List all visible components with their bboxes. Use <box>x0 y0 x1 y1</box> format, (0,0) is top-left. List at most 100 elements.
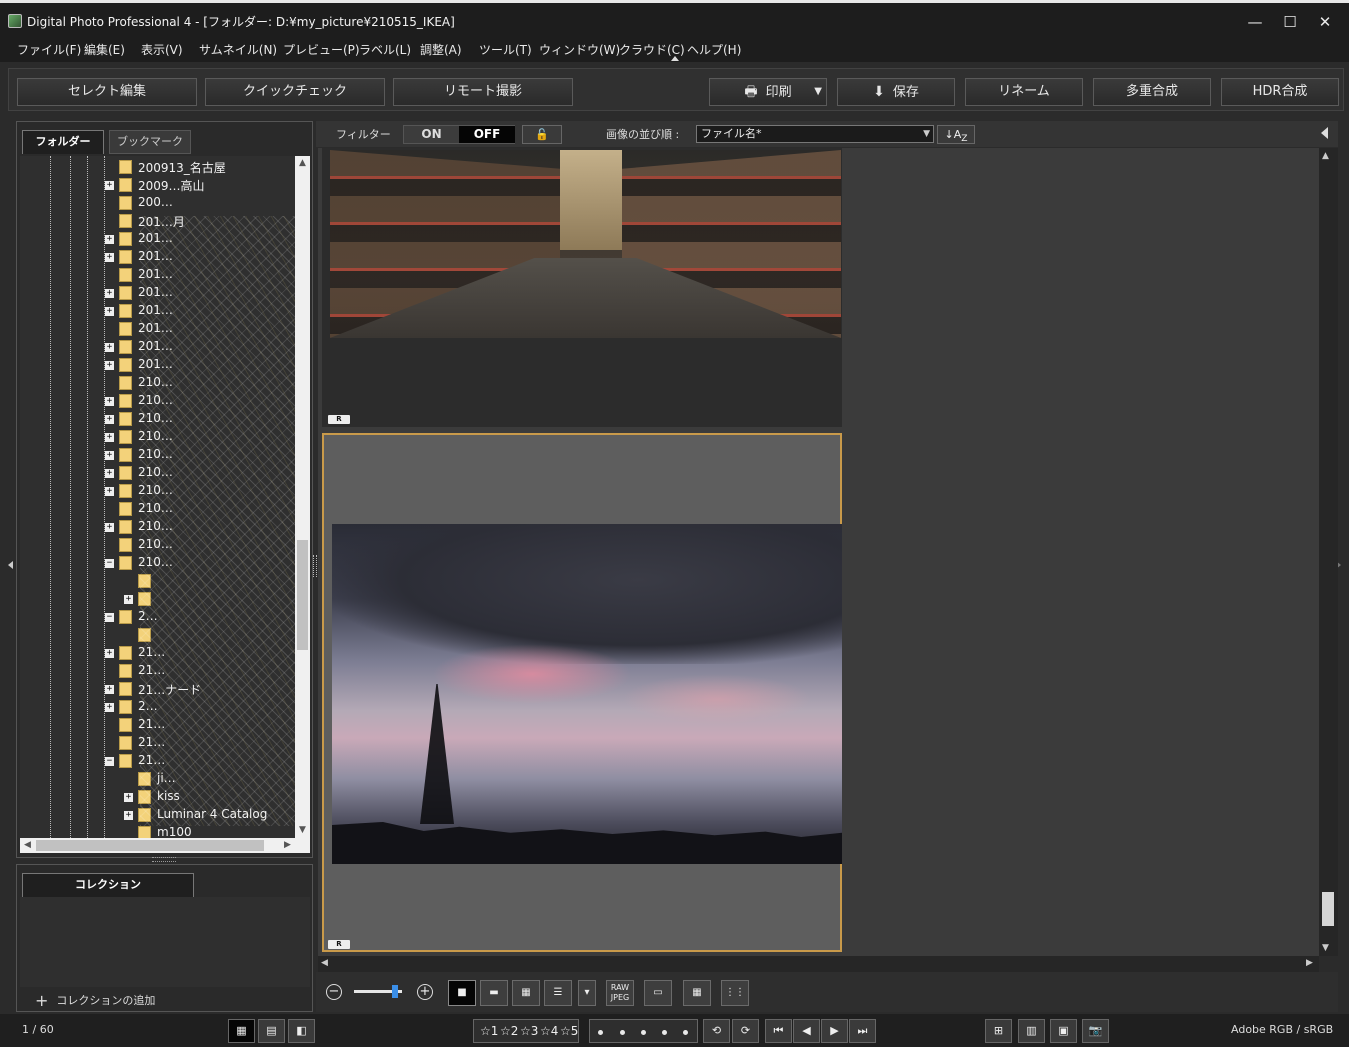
tree-folder-item[interactable]: 200… <box>105 194 295 212</box>
quick-check-button[interactable]: クイックチェック <box>205 78 385 106</box>
panel-splitter[interactable] <box>313 555 317 577</box>
filter-toggle[interactable]: ON OFF <box>403 125 515 144</box>
camera-button[interactable]: 📷 <box>1082 1019 1109 1043</box>
thumbnail-image-warehouse[interactable] <box>330 150 841 338</box>
menu-thumbnail[interactable]: サムネイル(N) <box>199 41 277 58</box>
scroll-up-icon[interactable]: ▲ <box>1322 151 1329 161</box>
menu-preview[interactable]: プレビュー(P) <box>283 41 360 58</box>
filter-on-button[interactable]: ON <box>404 126 459 143</box>
scroll-right-icon[interactable]: ▶ <box>1306 958 1313 968</box>
histogram-button[interactable]: ▥ <box>1018 1019 1045 1043</box>
menu-edit[interactable]: 編集(E) <box>84 41 125 58</box>
collapse-toolbar-icon[interactable] <box>671 56 679 61</box>
expand-icon[interactable]: + <box>105 181 114 190</box>
multi-layout-button[interactable]: ▦ <box>683 980 711 1006</box>
folder-tree[interactable]: 200913_名古屋+2009…高山200…201…月+201…+201…201… <box>20 156 310 838</box>
filter-off-button[interactable]: OFF <box>459 126 515 143</box>
collection-list[interactable] <box>20 897 310 987</box>
collapse-right-icon[interactable] <box>1321 127 1328 139</box>
expand-icon[interactable]: + <box>105 289 114 298</box>
large-thumbnail-view-button[interactable]: ■ <box>448 980 476 1006</box>
tab-folder[interactable]: フォルダー <box>22 130 104 154</box>
zoom-in-button[interactable]: + <box>417 984 433 1000</box>
last-image-button[interactable]: ⏭ <box>849 1019 876 1043</box>
rating-4-button[interactable]: ☆4 <box>540 1024 558 1038</box>
label-4-button[interactable] <box>662 1030 667 1035</box>
expand-icon[interactable]: + <box>105 307 114 316</box>
panel-resize-grip[interactable] <box>152 857 176 862</box>
thumbnail-size-slider[interactable] <box>354 985 402 998</box>
menu-adjust[interactable]: 調整(A) <box>420 41 462 58</box>
remote-shoot-button[interactable]: リモート撮影 <box>393 78 573 106</box>
rating-1-button[interactable]: ☆1 <box>480 1024 498 1038</box>
label-5-button[interactable] <box>683 1030 688 1035</box>
filter-lock-button[interactable]: 🔓 <box>522 125 562 144</box>
viewer-horizontal-scrollbar[interactable]: ◀ ▶ <box>318 956 1319 972</box>
scroll-down-icon[interactable]: ▼ <box>1322 943 1329 953</box>
viewer-vertical-scrollbar[interactable]: ▲ ▼ <box>1319 148 1338 956</box>
rotate-right-button[interactable]: ⟳ <box>732 1019 759 1043</box>
menu-help[interactable]: ヘルプ(H) <box>687 41 741 58</box>
grid-layout-button[interactable]: ▦ <box>228 1019 255 1043</box>
print-button[interactable]: 🖶 印刷 ▼ <box>709 78 827 106</box>
collapse-icon[interactable]: − <box>105 757 114 766</box>
thumbnail-item[interactable]: R <box>322 148 842 427</box>
minimize-button[interactable]: — <box>1240 11 1270 33</box>
slider-knob[interactable] <box>392 985 398 998</box>
hdr-button[interactable]: HDR合成 <box>1221 78 1339 106</box>
scroll-up-icon[interactable]: ▲ <box>295 156 310 171</box>
expand-icon[interactable]: + <box>105 343 114 352</box>
expand-icon[interactable]: + <box>105 433 114 442</box>
expand-icon[interactable]: + <box>105 649 114 658</box>
scroll-thumb[interactable] <box>36 840 264 851</box>
label-2-button[interactable] <box>620 1030 625 1035</box>
view-dropdown-button[interactable]: ▾ <box>578 980 596 1006</box>
split-layout-button[interactable]: ◧ <box>288 1019 315 1043</box>
menu-file[interactable]: ファイル(F) <box>17 41 81 58</box>
maximize-button[interactable]: ☐ <box>1275 11 1305 33</box>
expand-icon[interactable]: + <box>124 793 133 802</box>
list-view-button[interactable]: ☰ <box>544 980 572 1006</box>
scroll-left-icon[interactable]: ◀ <box>321 958 328 968</box>
menu-window[interactable]: ウィンドウ(W) <box>539 41 620 58</box>
tree-folder-item[interactable]: +2009…高山 <box>105 176 295 194</box>
scroll-thumb[interactable] <box>297 540 308 650</box>
multi-exposure-button[interactable]: 多重合成 <box>1093 78 1211 106</box>
menu-view[interactable]: 表示(V) <box>141 41 183 58</box>
info-button[interactable]: ▣ <box>1050 1019 1077 1043</box>
compare-layout-button[interactable]: ⋮⋮ <box>721 980 749 1006</box>
expand-icon[interactable]: + <box>105 703 114 712</box>
expand-icon[interactable]: + <box>105 235 114 244</box>
preview-layout-button[interactable]: ▤ <box>258 1019 285 1043</box>
tab-collection[interactable]: コレクション <box>22 873 194 897</box>
expand-icon[interactable]: + <box>124 595 133 604</box>
thumbnail-item-selected[interactable]: R <box>322 433 842 952</box>
zoom-out-button[interactable]: − <box>326 984 342 1000</box>
sort-order-select[interactable]: ファイル名* ▼ <box>696 125 934 143</box>
expand-icon[interactable]: + <box>105 685 114 694</box>
expand-icon[interactable]: + <box>105 397 114 406</box>
rating-3-button[interactable]: ☆3 <box>520 1024 538 1038</box>
thumbnail-image-sunset[interactable] <box>332 524 842 864</box>
scroll-left-icon[interactable]: ◀ <box>20 838 35 853</box>
tool-palette-button[interactable]: ⊞ <box>985 1019 1012 1043</box>
select-edit-button[interactable]: セレクト編集 <box>17 78 197 106</box>
expand-icon[interactable]: + <box>105 523 114 532</box>
rename-button[interactable]: リネーム <box>965 78 1083 106</box>
tree-folder-item[interactable]: m100 <box>124 824 295 838</box>
rotate-left-button[interactable]: ⟲ <box>703 1019 730 1043</box>
tab-bookmark[interactable]: ブックマーク <box>109 130 191 154</box>
expand-icon[interactable]: + <box>105 415 114 424</box>
next-image-button[interactable]: ▶ <box>821 1019 848 1043</box>
expand-icon[interactable]: + <box>105 361 114 370</box>
collapse-icon[interactable]: − <box>105 613 114 622</box>
expand-icon[interactable]: + <box>105 253 114 262</box>
raw-jpeg-toggle-button[interactable]: RAW JPEG <box>606 980 634 1006</box>
save-button[interactable]: ⬇ 保存 <box>837 78 955 106</box>
expand-icon[interactable]: + <box>124 811 133 820</box>
menu-tools[interactable]: ツール(T) <box>479 41 532 58</box>
label-3-button[interactable] <box>641 1030 646 1035</box>
previous-image-button[interactable]: ◀ <box>793 1019 820 1043</box>
tree-folder-item[interactable]: 200913_名古屋 <box>105 158 295 176</box>
expand-icon[interactable]: + <box>105 469 114 478</box>
